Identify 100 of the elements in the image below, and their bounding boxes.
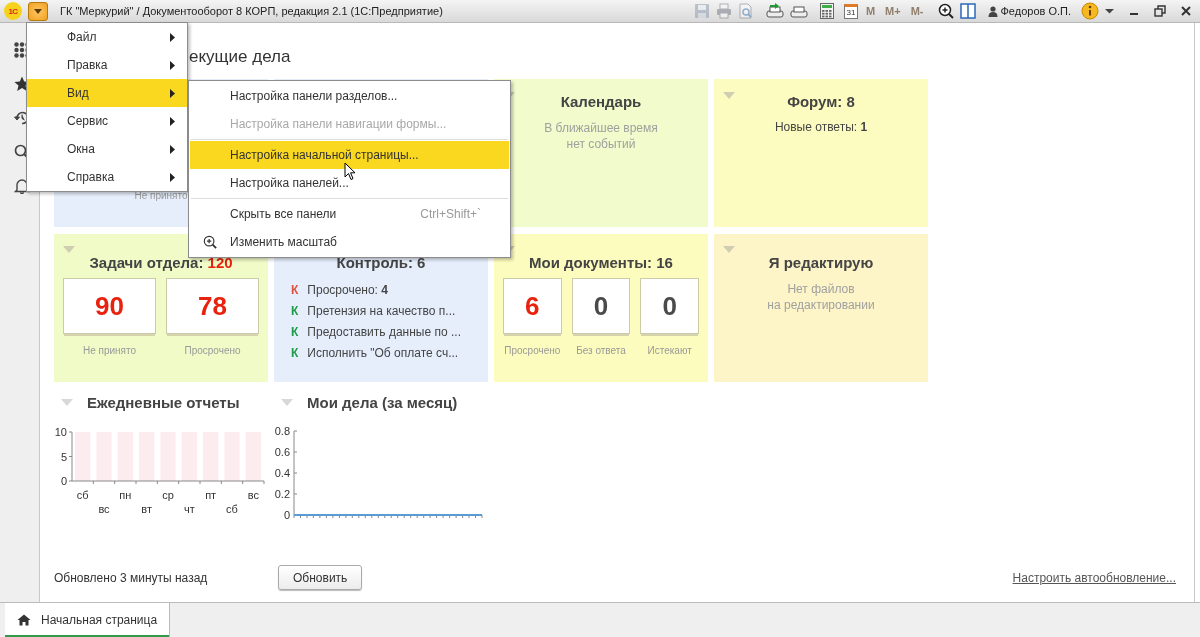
axis-tick-label: 0.8	[274, 425, 290, 437]
control-item[interactable]: Исполнить "Об оплате сч...	[307, 345, 459, 361]
axis-tick-label: 0.6	[274, 446, 290, 458]
page-tab[interactable]: Начальная страница	[5, 603, 171, 637]
tile-message: Нет файлов на редактировании	[766, 281, 876, 313]
counter-card[interactable]: 0	[571, 278, 631, 334]
shortcut-label: Ctrl+Shift+`	[420, 207, 481, 221]
submenu-arrow-icon	[170, 60, 175, 70]
close-icon[interactable]	[1180, 5, 1192, 17]
tile-title[interactable]: Мои документы: 16	[529, 254, 673, 272]
axis-tick-label: вс	[98, 503, 110, 515]
scanner-icon[interactable]	[789, 3, 808, 19]
counter-value: 0	[593, 290, 609, 322]
axis-tick-label: 5	[60, 450, 67, 463]
axis-tick-label: 0	[283, 509, 290, 521]
chart-bar	[160, 432, 176, 481]
zoom-icon	[203, 235, 217, 249]
axis-tick-label: сб	[76, 489, 89, 501]
tile-summary[interactable]: Новые ответы: 1	[723, 120, 919, 134]
calendar-button[interactable]: 31	[843, 3, 858, 19]
axis-tick-label: пт	[205, 489, 217, 501]
chart-bar	[139, 432, 155, 481]
axis-tick-label: 10	[54, 426, 67, 438]
info-icon[interactable]	[1081, 2, 1099, 20]
counter-card[interactable]: 78	[166, 278, 259, 334]
zoom-icon[interactable]	[937, 3, 954, 19]
menu-item[interactable]: Файл	[27, 23, 187, 51]
counter-card[interactable]: 90	[63, 278, 156, 334]
menu-item[interactable]: Настройка начальной страницы...	[190, 141, 509, 169]
menu-item[interactable]: Настройка панелей...	[190, 169, 509, 197]
calculator-icon[interactable]	[819, 3, 834, 19]
panels-icon[interactable]	[959, 3, 976, 19]
control-mark: К	[291, 324, 299, 340]
menu-item[interactable]: Изменить масштаб	[190, 228, 509, 256]
control-item[interactable]: Просрочено: 4	[307, 282, 388, 298]
update-status: Обновлено 3 минуты назад	[54, 570, 209, 585]
menu-item[interactable]: Скрыть все панели Ctrl+Shift+`	[190, 200, 509, 228]
user-icon	[987, 5, 998, 17]
control-mark: К	[291, 345, 299, 361]
axis-tick-label: вт	[141, 503, 152, 515]
page-heading: екущие дела	[189, 47, 292, 67]
y-axis	[68, 431, 73, 482]
control-mark: К	[291, 282, 299, 298]
menu-item[interactable]: Сервис	[27, 107, 187, 135]
axis-tick-label: ср	[162, 489, 174, 501]
home-icon	[17, 614, 31, 626]
counter-value: 90	[95, 290, 124, 322]
axis-tick-label: 0	[60, 475, 67, 487]
tile-title[interactable]: Календарь	[560, 93, 642, 111]
menu-item[interactable]: Окна	[27, 135, 187, 163]
chart-bar	[203, 432, 219, 481]
tile-title[interactable]: Я редактирую	[768, 254, 874, 272]
chart-bar	[96, 432, 112, 481]
caret-icon[interactable]	[1105, 8, 1114, 14]
tile-title[interactable]: Контроль: 6	[336, 254, 426, 272]
chart-bar	[245, 432, 261, 481]
chart-title[interactable]: Мои дела (за месяц)	[307, 394, 458, 411]
main-menu-button[interactable]	[28, 1, 48, 21]
menu-item[interactable]: Вид	[27, 79, 187, 107]
menu-item[interactable]: Справка	[27, 163, 187, 191]
counter-label: Истекают	[647, 345, 692, 356]
menu-item[interactable]: Настройка панели разделов...	[190, 82, 509, 110]
control-mark: К	[291, 303, 299, 319]
chart-bar	[224, 432, 240, 481]
autoupdate-link[interactable]: Настроить автообновление...	[1012, 570, 1176, 585]
chart-bar	[117, 432, 133, 481]
chart-bar	[181, 432, 197, 481]
tile-message: В ближайшее время нет событий	[543, 120, 659, 152]
refresh-button[interactable]: Обновить	[278, 565, 363, 590]
counter-label: Просрочено	[184, 345, 241, 356]
scanner-icon[interactable]	[765, 3, 784, 19]
counter-value: 78	[198, 290, 227, 322]
axis-tick-label: сб	[226, 503, 238, 515]
counter-card[interactable]: 6	[503, 278, 562, 334]
tile-title[interactable]: Форум: 8	[787, 93, 855, 111]
user-name[interactable]: Федоров О.П.	[1000, 5, 1071, 17]
counter-card[interactable]: 0	[640, 278, 699, 334]
chart-bar	[75, 432, 91, 481]
tile-title[interactable]: Задачи отдела: 120	[89, 254, 233, 272]
window-title: ГК "Меркурий" / Документооборот 8 КОРП, редакция 2.1 (1С:Предприятие)	[60, 5, 443, 17]
submenu-arrow-icon	[170, 32, 175, 42]
counter-label: Без ответа	[576, 345, 626, 356]
restore-icon[interactable]	[1154, 5, 1166, 17]
menu-item[interactable]: Правка	[27, 51, 187, 79]
counter-value: 0	[662, 290, 677, 322]
chart-title[interactable]: Ежедневные отчеты	[87, 394, 240, 411]
control-item[interactable]: Предоставить данные по ...	[307, 324, 461, 340]
caret-icon	[33, 7, 43, 15]
submenu-arrow-icon	[170, 88, 175, 98]
axis-tick-label: вс	[247, 489, 259, 501]
counter-label: Просрочено	[504, 345, 561, 356]
axis-tick-label: 0.2	[274, 488, 290, 500]
submenu-arrow-icon	[170, 116, 175, 126]
submenu-arrow-icon	[170, 144, 175, 154]
submenu-arrow-icon	[170, 172, 175, 182]
axis-tick-label: чт	[183, 503, 195, 515]
axis-tick-label: 0.4	[274, 467, 290, 479]
counter-label: Не принято	[82, 345, 137, 356]
axis-tick-label: пн	[119, 489, 132, 501]
control-item[interactable]: Претензия на качество п...	[307, 303, 456, 319]
